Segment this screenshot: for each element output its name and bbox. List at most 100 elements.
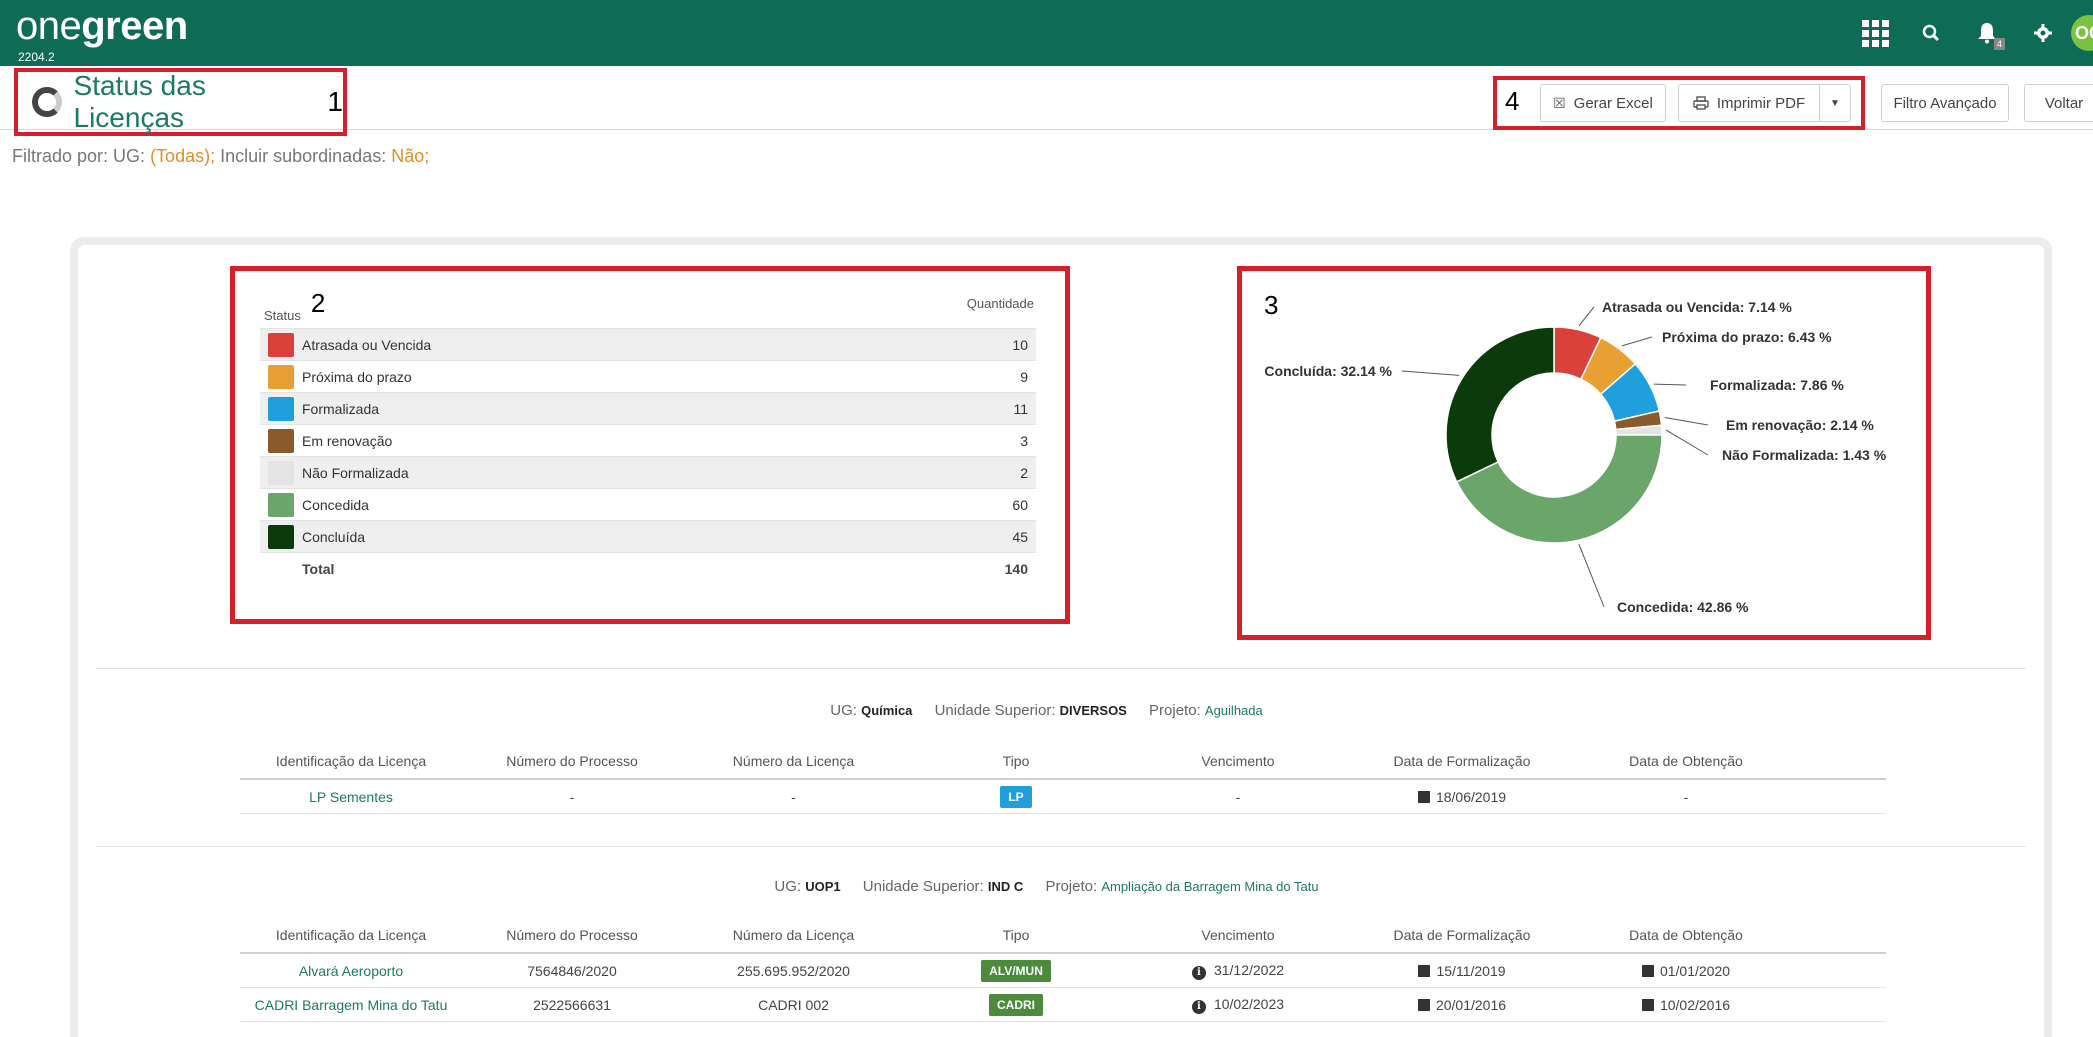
pdf-options-dropdown-button[interactable]: ▼ — [1819, 84, 1851, 122]
status-table-header: Status 2 Quantidade — [264, 288, 1034, 327]
status-table-row: Próxima do prazo 9 — [260, 360, 1036, 392]
calendar-icon — [1418, 964, 1431, 977]
calendar-icon — [1641, 964, 1654, 977]
license-type-badge: ALV/MUN — [981, 959, 1051, 982]
project-link-aguilhada[interactable]: Aguilhada — [1205, 703, 1263, 718]
license-id-link[interactable]: LP Sementes — [240, 789, 462, 805]
table-row[interactable]: LP Sementes - - LP - 18/06/2019 - — [240, 780, 1886, 814]
status-color-swatch — [268, 428, 294, 453]
license-table-header: Identificação da Licença Número do Proces… — [240, 918, 1886, 954]
search-icon[interactable] — [1903, 0, 1959, 66]
process-number: - — [569, 788, 575, 805]
total-label: Total — [302, 560, 335, 577]
status-quantity: 9 — [1020, 368, 1028, 385]
section-header-quimica: UG: Química Unidade Superior: DIVERSOS P… — [830, 702, 1263, 719]
column-header: Tipo — [1002, 927, 1030, 943]
donut-label-connector — [1578, 544, 1605, 608]
donut-data-label: Em renovação: 2.14 % — [1726, 417, 1874, 433]
filter-summary: Filtrado por: UG: (Todas); Incluir subor… — [12, 146, 430, 166]
license-table-uop1: Identificação da Licença Número do Proces… — [240, 918, 1886, 1022]
expiration-date: i 10/02/2023 — [1127, 996, 1349, 1014]
donut-data-label: Próxima do prazo: 6.43 % — [1662, 329, 1832, 345]
donut-label-connector — [1578, 306, 1595, 327]
status-table-row: Concedida 60 — [260, 488, 1036, 520]
back-button[interactable]: Voltar — [2024, 84, 2093, 122]
column-header: Vencimento — [1201, 927, 1275, 943]
info-icon: i — [1191, 999, 1206, 1014]
notification-count-badge: 4 — [1993, 38, 2005, 50]
status-donut-chart: Atrasada ou Vencida: 7.14 % Próxima do pr… — [1264, 299, 1886, 615]
license-number: 255.695.952/2020 — [737, 962, 850, 979]
page-title-annotation-box: Status das Licenças 1 — [14, 68, 347, 136]
status-label: Concedida — [302, 496, 369, 513]
obtained-date: - — [1683, 788, 1689, 805]
status-table-row: Não Formalizada 2 — [260, 456, 1036, 488]
donut-label-connector — [1401, 370, 1460, 376]
obtained-date: 01/01/2020 — [1575, 963, 1797, 979]
donut-data-label: Concluída: 32.14 % — [1264, 363, 1392, 379]
status-color-swatch — [268, 460, 294, 485]
license-id-link[interactable]: Alvará Aeroporto — [240, 963, 462, 979]
donut-label-connector — [1653, 383, 1687, 386]
table-row[interactable]: CADRI Barragem Mina do Tatu 2522566631 CAD… — [240, 988, 1886, 1022]
filter-subordinate-value: Não; — [391, 146, 430, 166]
column-header: Data de Formalização — [1393, 753, 1531, 769]
column-header: Data de Formalização — [1393, 927, 1531, 943]
annotation-marker-1: 1 — [327, 86, 343, 117]
annotation-marker-2: 2 — [310, 288, 326, 318]
settings-gear-icon[interactable] — [2015, 0, 2071, 66]
expiration-date: i 31/12/2022 — [1127, 962, 1349, 980]
license-type-badge: CADRI — [989, 993, 1043, 1016]
status-label: Atrasada ou Vencida — [302, 336, 432, 353]
export-excel-button[interactable]: ☒ Gerar Excel — [1540, 84, 1666, 122]
status-quantity: 11 — [1013, 400, 1028, 417]
quantity-column-header: Quantidade — [966, 296, 1034, 311]
formalization-date: 18/06/2019 — [1349, 789, 1575, 805]
donut-data-label: Atrasada ou Vencida: 7.14 % — [1602, 299, 1792, 315]
column-header: Identificação da Licença — [275, 753, 427, 769]
status-label: Não Formalizada — [302, 464, 409, 481]
donut-label-connector — [1665, 429, 1709, 456]
status-color-swatch — [268, 364, 294, 389]
column-header: Identificação da Licença — [275, 927, 427, 943]
status-column-header: Status — [264, 308, 301, 323]
status-label: Próxima do prazo — [302, 368, 412, 385]
status-table-row: Atrasada ou Vencida 10 — [260, 328, 1036, 360]
license-id-link[interactable]: CADRI Barragem Mina do Tatu — [240, 997, 462, 1013]
app-logo[interactable]: onegreen — [16, 4, 188, 49]
status-color-swatch — [268, 396, 294, 421]
status-color-swatch — [268, 332, 294, 357]
donut-label-connector — [1664, 416, 1709, 426]
page-titlebar: Status das Licenças 1 4 ☒ Gerar Excel Im… — [0, 66, 2093, 136]
project-link-ampliacao[interactable]: Ampliação da Barragem Mina do Tatu — [1101, 879, 1318, 894]
obtained-date: 10/02/2016 — [1575, 997, 1797, 1013]
advanced-filter-button[interactable]: Filtro Avançado — [1881, 84, 2009, 122]
status-table-row: Formalizada 11 — [260, 392, 1036, 424]
user-avatar[interactable]: OG — [2071, 15, 2093, 51]
column-header: Número do Processo — [506, 927, 638, 943]
status-quantity: 10 — [1012, 336, 1028, 353]
excel-icon: ☒ — [1553, 94, 1566, 111]
calendar-icon — [1417, 790, 1430, 803]
column-header: Vencimento — [1201, 753, 1275, 769]
info-icon: i — [1191, 965, 1206, 980]
chevron-down-icon: ▼ — [1830, 97, 1840, 109]
status-label: Em renovação — [302, 432, 393, 449]
status-color-swatch — [268, 524, 294, 549]
table-row[interactable]: Alvará Aeroporto 7564846/2020 255.695.952/… — [240, 954, 1886, 988]
donut-data-label: Concedida: 42.86 % — [1617, 599, 1749, 615]
calendar-icon — [1417, 998, 1430, 1011]
apps-grid-icon[interactable] — [1847, 0, 1903, 66]
license-table-header: Identificação da Licença Número do Proces… — [240, 744, 1886, 780]
formalization-date: 15/11/2019 — [1349, 963, 1575, 979]
donut-slice[interactable] — [1445, 326, 1555, 483]
column-header: Tipo — [1002, 753, 1030, 769]
printer-icon — [1693, 96, 1709, 110]
license-number: - — [791, 788, 796, 805]
column-header: Data de Obtenção — [1629, 753, 1743, 769]
print-pdf-button[interactable]: Imprimir PDF — [1678, 84, 1820, 122]
page-title: Status das Licenças — [73, 70, 206, 133]
notifications-bell-icon[interactable]: 4 — [1959, 0, 2015, 66]
column-header: Número do Processo — [506, 753, 638, 769]
status-table-row: Concluída 45 — [260, 520, 1036, 552]
